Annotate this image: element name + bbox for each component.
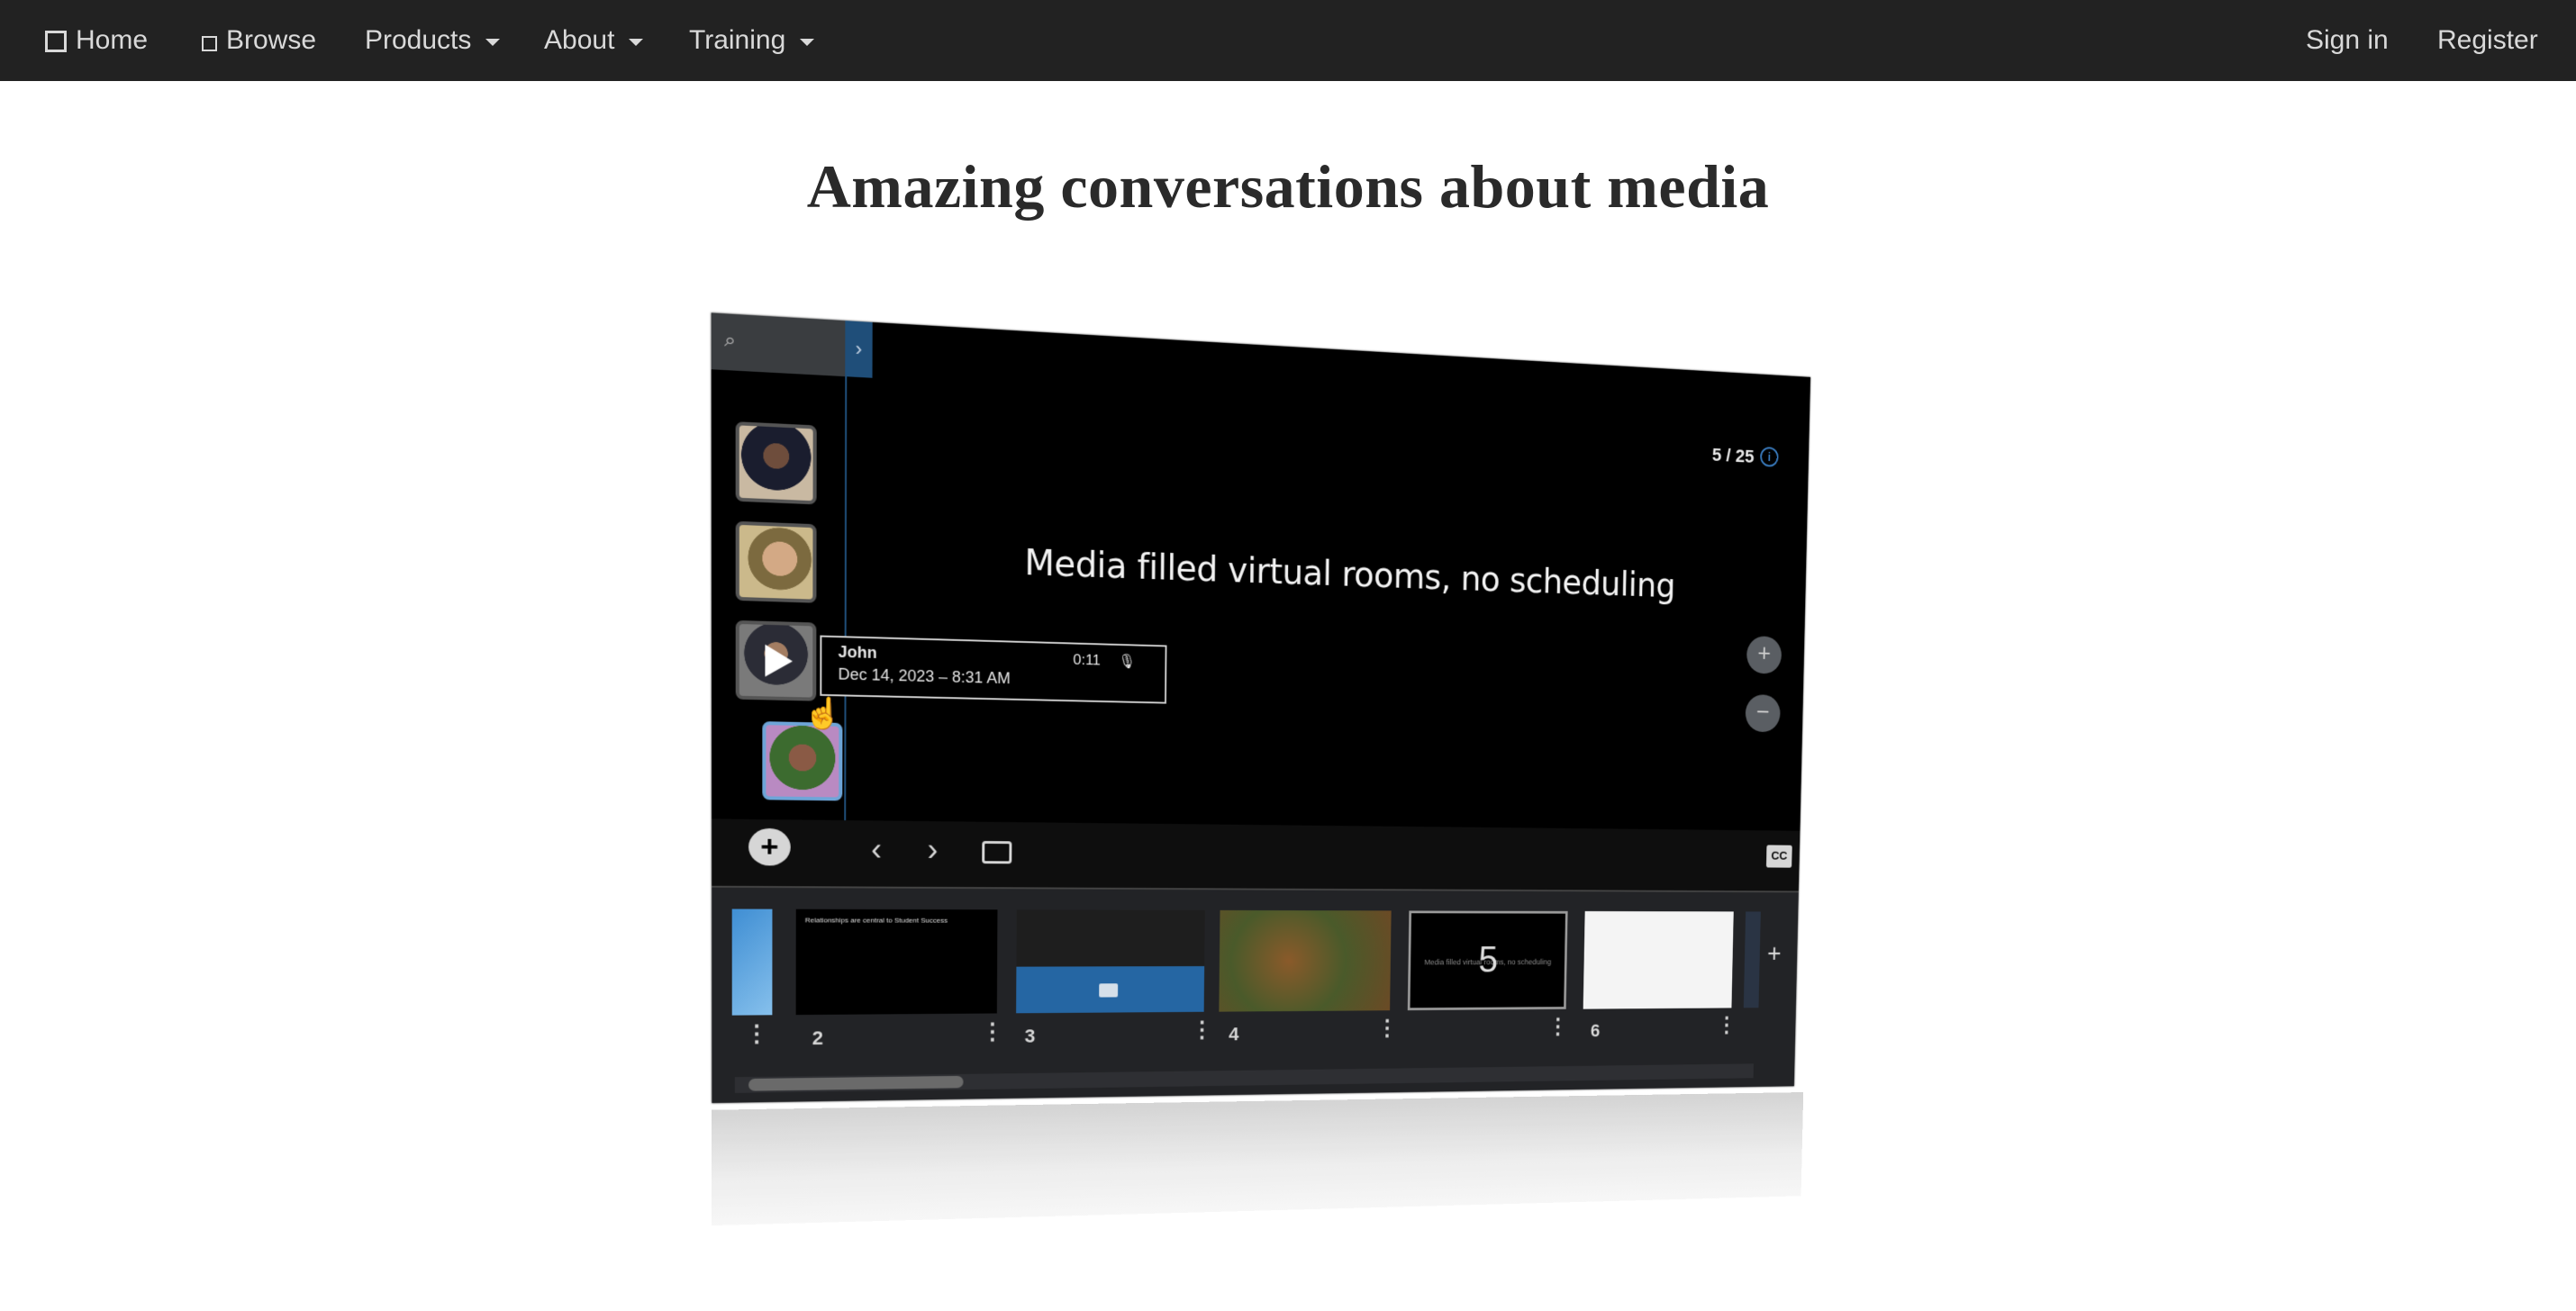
slide-thumbnail bbox=[1016, 909, 1205, 1014]
comments-sidebar: ⌕ bbox=[711, 312, 848, 869]
slide-counter: 5 / 25 bbox=[1711, 444, 1755, 467]
comment-date: Dec 14, 2023 – 8:31 AM bbox=[838, 665, 1011, 688]
slide-number: 2 bbox=[812, 1026, 823, 1049]
slide-thumbnail bbox=[1219, 909, 1392, 1012]
slide-number: 6 bbox=[1590, 1020, 1601, 1041]
comment-duration: 0:11 bbox=[1073, 651, 1102, 669]
commenter-avatar bbox=[762, 721, 843, 801]
expand-sidebar-icon: › bbox=[845, 321, 873, 378]
thumbnail-title: Relationships are central to Student Suc… bbox=[804, 916, 948, 925]
thumbnail-overlay-number: 5 bbox=[1478, 939, 1499, 981]
info-icon: i bbox=[1760, 446, 1779, 467]
app-preview-reflection bbox=[711, 1092, 1804, 1226]
fullscreen-icon bbox=[982, 840, 1012, 864]
commenter-avatar bbox=[735, 619, 817, 701]
slide-thumbnail bbox=[1583, 910, 1734, 1009]
zoom-in-icon: + bbox=[1746, 636, 1782, 674]
slide-thumbnail-strip: Relationships are central to Student Suc… bbox=[712, 887, 1799, 1104]
hand-cursor-icon: ☝ bbox=[803, 696, 842, 731]
chevron-right-icon: › bbox=[927, 831, 939, 868]
player-toolbar: + ‹ › CC bbox=[712, 818, 1800, 893]
kebab-menu-icon: ⋮ bbox=[1716, 1012, 1737, 1037]
play-icon bbox=[765, 644, 794, 678]
video-camera-icon bbox=[1099, 983, 1119, 998]
chevron-left-icon: ‹ bbox=[871, 831, 883, 868]
kebab-menu-icon: ⋮ bbox=[1376, 1015, 1398, 1041]
slide-thumbnail: Relationships are central to Student Suc… bbox=[795, 909, 998, 1016]
kebab-menu-icon: ⋮ bbox=[981, 1018, 1004, 1045]
kebab-menu-icon: ⋮ bbox=[744, 1020, 769, 1047]
slide-thumbnail bbox=[731, 909, 773, 1016]
add-slide-icon: + bbox=[1766, 938, 1782, 968]
kebab-menu-icon: ⋮ bbox=[1191, 1017, 1213, 1043]
slide-thumbnail-current: Media filled virtual rooms, no schedulin… bbox=[1407, 910, 1568, 1011]
kebab-menu-icon: ⋮ bbox=[1547, 1014, 1569, 1039]
commenter-avatar bbox=[735, 421, 817, 505]
closed-captions-icon: CC bbox=[1765, 845, 1792, 868]
commenter-avatar bbox=[735, 520, 817, 603]
comment-tooltip: John Dec 14, 2023 – 8:31 AM 0:11 🎙 bbox=[820, 635, 1167, 704]
microphone-icon: 🎙 bbox=[1118, 654, 1136, 670]
search-icon: ⌕ bbox=[724, 328, 736, 352]
slide-number: 3 bbox=[1024, 1025, 1036, 1047]
app-preview-screenshot: ⌕ › John Dec 14, 2023 – 8:31 AM 0:11 🎙 ☝… bbox=[711, 312, 1811, 1104]
app-preview-stage: ⌕ › John Dec 14, 2023 – 8:31 AM 0:11 🎙 ☝… bbox=[0, 0, 2576, 1226]
zoom-out-icon: − bbox=[1745, 694, 1781, 733]
add-comment-icon: + bbox=[748, 827, 791, 866]
sidebar-search: ⌕ bbox=[711, 312, 846, 377]
comment-author: John bbox=[838, 643, 877, 662]
slide-thumbnail bbox=[1743, 911, 1761, 1008]
slide-number: 4 bbox=[1229, 1023, 1239, 1045]
slide-caption: Media filled virtual rooms, no schedulin… bbox=[1024, 543, 1676, 606]
